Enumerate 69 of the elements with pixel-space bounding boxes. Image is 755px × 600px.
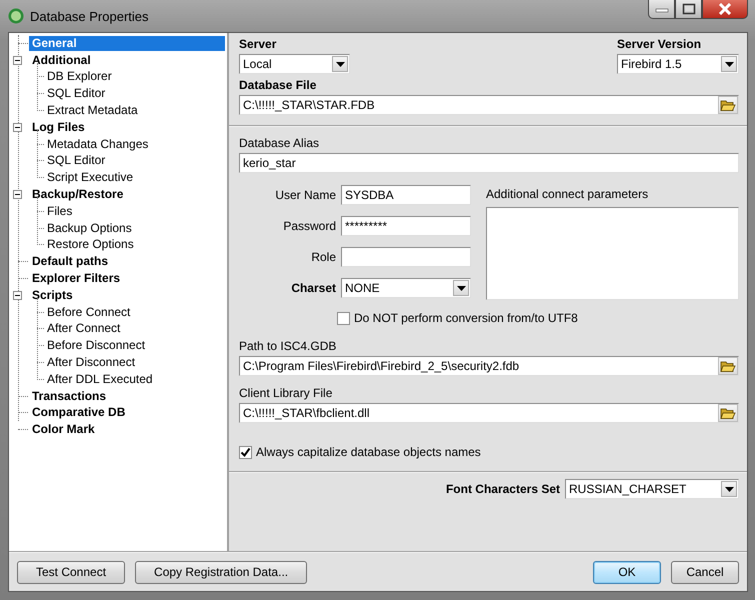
field-label: User Name bbox=[275, 188, 336, 202]
field-label: Database File bbox=[239, 78, 318, 93]
field-label: Client Library File bbox=[239, 386, 334, 401]
tree-item[interactable]: After DDL Executed bbox=[44, 372, 156, 387]
dialog-button[interactable]: Test Connect bbox=[17, 560, 126, 584]
tree-item[interactable]: Additional bbox=[29, 52, 94, 68]
tree-item[interactable]: SQL Editor bbox=[44, 86, 108, 102]
tree-item[interactable]: After Disconnect bbox=[44, 355, 138, 370]
app-icon bbox=[8, 8, 24, 24]
collapse-toggle[interactable] bbox=[13, 190, 22, 200]
close-icon bbox=[718, 3, 732, 15]
server-version-dropdown[interactable]: Firebird 1.5 bbox=[617, 54, 739, 74]
tree-item[interactable]: Default paths bbox=[29, 254, 112, 270]
checkbox-label[interactable]: Do NOT perform conversion from/to UTF8 bbox=[354, 311, 578, 325]
field-label: Path to ISC4.GDB bbox=[239, 339, 338, 354]
tree-item[interactable]: Comparative DB bbox=[29, 405, 128, 420]
field-label: Charset bbox=[291, 281, 336, 295]
tree-item[interactable]: Before Disconnect bbox=[44, 338, 148, 354]
tree-item[interactable]: Script Executive bbox=[44, 170, 136, 186]
minimize-button[interactable] bbox=[648, 0, 675, 19]
open-folder-button[interactable] bbox=[718, 96, 738, 114]
tree-item[interactable]: Backup Options bbox=[44, 220, 135, 236]
collapse-toggle[interactable] bbox=[13, 122, 22, 132]
dialog-button[interactable]: Cancel bbox=[671, 560, 739, 584]
tree-item[interactable]: Scripts bbox=[29, 288, 76, 303]
window-title: Database Properties bbox=[30, 8, 149, 24]
maximize-button[interactable] bbox=[675, 0, 702, 19]
field-label: Server Version bbox=[617, 37, 702, 52]
open-folder-button[interactable] bbox=[718, 404, 738, 422]
checkbox[interactable] bbox=[239, 446, 252, 458]
input-field[interactable]: SYSDBA bbox=[341, 185, 471, 205]
dialog-button[interactable]: Copy Registration Data... bbox=[135, 560, 308, 584]
field-label: Role bbox=[311, 250, 336, 264]
tree-item[interactable]: Backup/Restore bbox=[29, 187, 126, 202]
field-label: Password bbox=[283, 219, 336, 233]
field-label: Server bbox=[239, 37, 278, 52]
client-library-field[interactable]: C:\!!!!!_STAR\fbclient.dll bbox=[239, 403, 739, 423]
tree-item[interactable]: General bbox=[29, 36, 225, 51]
maximize-icon bbox=[682, 3, 696, 15]
database-file-field[interactable]: C:\!!!!!_STAR\STAR.FDB bbox=[239, 95, 739, 115]
tree-item[interactable]: Explorer Filters bbox=[29, 271, 124, 286]
tree-item[interactable]: Before Connect bbox=[44, 304, 134, 320]
isc4-path-field[interactable]: C:\Program Files\Firebird\Firebird_2_5\security2.fdb bbox=[239, 356, 739, 376]
input-field[interactable] bbox=[341, 247, 471, 267]
field-label: Database Alias bbox=[239, 136, 320, 151]
tree-item[interactable]: DB Explorer bbox=[44, 69, 115, 84]
server-dropdown[interactable]: Local bbox=[239, 54, 350, 74]
checkbox[interactable] bbox=[337, 312, 350, 324]
close-button[interactable] bbox=[702, 0, 748, 19]
font-charset-dropdown[interactable]: RUSSIAN_CHARSET bbox=[565, 479, 739, 499]
tree-item[interactable]: Files bbox=[44, 204, 76, 219]
tree-item[interactable]: After Connect bbox=[44, 321, 124, 336]
password-field[interactable]: ********* bbox=[341, 216, 471, 236]
field-label: Font Characters Set bbox=[446, 482, 560, 496]
tree-item[interactable]: Metadata Changes bbox=[44, 136, 152, 152]
collapse-toggle[interactable] bbox=[13, 56, 22, 65]
tree-item[interactable]: Extract Metadata bbox=[44, 103, 141, 118]
field-label: Additional connect parameters bbox=[486, 187, 650, 202]
tree-item[interactable]: SQL Editor bbox=[44, 153, 108, 168]
database-alias-field[interactable]: kerio_star bbox=[239, 153, 739, 173]
charset-dropdown[interactable]: NONE bbox=[341, 278, 471, 298]
tree-item[interactable]: Restore Options bbox=[44, 237, 137, 252]
tree-item[interactable]: Color Mark bbox=[29, 422, 98, 438]
open-folder-button[interactable] bbox=[718, 357, 738, 375]
tree-item[interactable]: Transactions bbox=[29, 388, 110, 404]
checkbox-label[interactable]: Always capitalize database objects names bbox=[256, 445, 481, 459]
collapse-toggle[interactable] bbox=[13, 290, 22, 300]
dialog-button[interactable]: OK bbox=[593, 560, 661, 584]
tree-item[interactable]: Log Files bbox=[29, 120, 88, 135]
